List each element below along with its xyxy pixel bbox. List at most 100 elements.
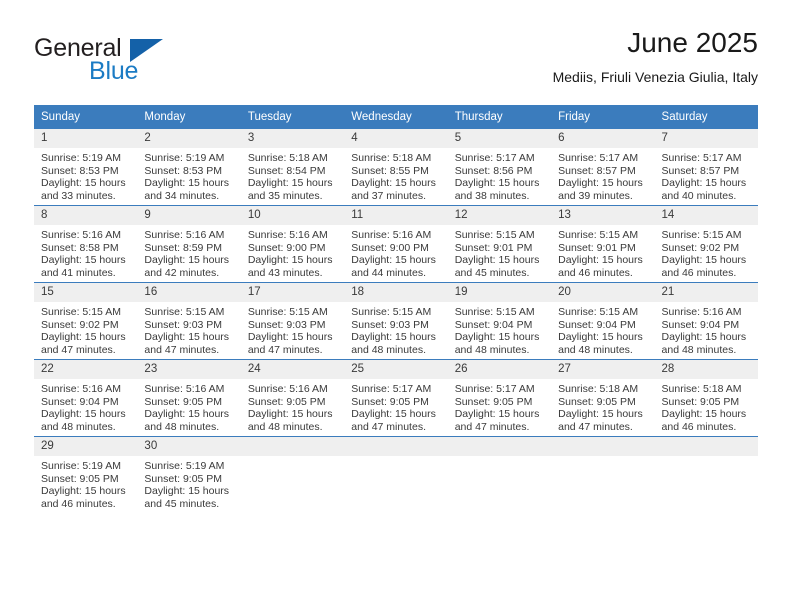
calendar-day-cell[interactable]: 19 Sunrise: 5:15 AM Sunset: 9:04 PM Dayligh… — [447, 282, 552, 360]
calendar-day-cell[interactable]: 17 Sunrise: 5:15 AM Sunset: 9:03 PM Dayligh… — [240, 282, 345, 360]
page-subtitle: Mediis, Friuli Venezia Giulia, Italy — [552, 69, 758, 85]
calendar-day-cell[interactable]: 15 Sunrise: 5:15 AM Sunset: 9:02 PM Dayligh… — [34, 282, 138, 360]
day-detail-daylight2: and 48 minutes. — [144, 420, 220, 433]
day-detail-daylight2: and 48 minutes. — [454, 343, 530, 356]
day-detail-sunrise: Sunrise: 5:19 AM — [144, 152, 225, 164]
day-number: 24 — [240, 360, 345, 379]
day-details: Sunrise: 5:17 AM Sunset: 8:56 PM Daylight:… — [448, 148, 551, 202]
calendar-day-cell[interactable]: 14 Sunrise: 5:15 AM Sunset: 9:02 PM Dayligh… — [654, 205, 758, 283]
day-detail-daylight2: and 48 minutes. — [558, 343, 633, 356]
day-number — [240, 437, 345, 456]
day-detail-sunrise: Sunrise: 5:16 AM — [247, 383, 328, 395]
day-number: 5 — [447, 129, 552, 148]
day-number — [344, 437, 448, 456]
calendar-day-cell[interactable]: 1 Sunrise: 5:19 AM Sunset: 8:53 PM Daylight… — [34, 129, 138, 206]
calendar-week-row: 22 Sunrise: 5:16 AM Sunset: 9:04 PM Dayligh… — [34, 359, 758, 437]
calendar-day-cell[interactable]: 21 Sunrise: 5:16 AM Sunset: 9:04 PM Dayligh… — [654, 282, 758, 360]
day-detail-sunset: Sunset: 9:03 PM — [144, 318, 223, 331]
day-details: Sunrise: 5:16 AM Sunset: 9:05 PM Daylight:… — [241, 379, 344, 433]
day-detail-sunset: Sunset: 9:05 PM — [351, 395, 429, 408]
calendar-day-cell[interactable]: 23 Sunrise: 5:16 AM Sunset: 9:05 PM Dayligh… — [137, 359, 241, 437]
day-details: Sunrise: 5:16 AM Sunset: 9:05 PM Daylight:… — [137, 379, 240, 433]
day-number: 25 — [344, 360, 448, 379]
calendar-day-cell[interactable]: 22 Sunrise: 5:16 AM Sunset: 9:04 PM Dayligh… — [34, 359, 138, 437]
day-detail-sunset: Sunset: 8:57 PM — [661, 164, 740, 177]
day-number: 12 — [447, 206, 552, 225]
day-detail-sunset: Sunset: 9:02 PM — [661, 241, 740, 254]
day-detail-daylight1: Daylight: 15 hours — [41, 408, 126, 421]
day-number: 18 — [344, 283, 448, 302]
day-detail-sunset: Sunset: 9:04 PM — [41, 395, 119, 408]
calendar-day-cell[interactable]: 2 Sunrise: 5:19 AM Sunset: 8:53 PM Daylight… — [137, 129, 241, 206]
day-number: 2 — [137, 129, 241, 148]
day-details: Sunrise: 5:16 AM Sunset: 8:59 PM Daylight:… — [137, 225, 240, 279]
calendar-day-cell[interactable]: 29 Sunrise: 5:19 AM Sunset: 9:05 PM Dayligh… — [34, 436, 138, 513]
day-detail-sunrise: Sunrise: 5:16 AM — [41, 383, 121, 395]
calendar-day-cell[interactable]: 6 Sunrise: 5:17 AM Sunset: 8:57 PM Daylight… — [551, 129, 655, 206]
calendar-day-cell[interactable]: 11 Sunrise: 5:16 AM Sunset: 9:00 PM Dayligh… — [344, 205, 448, 283]
day-details: Sunrise: 5:15 AM Sunset: 9:04 PM Daylight:… — [551, 302, 654, 356]
day-number: 30 — [137, 437, 241, 456]
calendar-day-cell-empty — [654, 436, 758, 513]
day-detail-daylight2: and 45 minutes. — [144, 497, 220, 510]
calendar-day-cell[interactable]: 13 Sunrise: 5:15 AM Sunset: 9:01 PM Dayligh… — [551, 205, 655, 283]
calendar-day-cell[interactable]: 25 Sunrise: 5:17 AM Sunset: 9:05 PM Dayligh… — [344, 359, 448, 437]
calendar-day-cell-empty — [447, 436, 552, 513]
day-detail-sunrise: Sunrise: 5:19 AM — [41, 152, 121, 164]
day-detail-sunset: Sunset: 8:56 PM — [454, 164, 533, 177]
day-number: 8 — [34, 206, 138, 225]
day-detail-daylight2: and 47 minutes. — [144, 343, 220, 356]
calendar-day-cell[interactable]: 28 Sunrise: 5:18 AM Sunset: 9:05 PM Dayligh… — [654, 359, 758, 437]
day-detail-sunset: Sunset: 9:00 PM — [351, 241, 429, 254]
day-detail-daylight2: and 33 minutes. — [41, 189, 116, 202]
day-detail-daylight1: Daylight: 15 hours — [454, 254, 540, 267]
day-detail-sunrise: Sunrise: 5:18 AM — [661, 383, 742, 395]
calendar-week-row: 15 Sunrise: 5:15 AM Sunset: 9:02 PM Dayligh… — [34, 282, 758, 360]
day-detail-sunset: Sunset: 9:03 PM — [351, 318, 429, 331]
calendar-day-cell[interactable]: 5 Sunrise: 5:17 AM Sunset: 8:56 PM Daylight… — [447, 129, 552, 206]
day-detail-daylight1: Daylight: 15 hours — [351, 254, 436, 267]
day-detail-daylight1: Daylight: 15 hours — [351, 177, 436, 190]
calendar-day-cell[interactable]: 7 Sunrise: 5:17 AM Sunset: 8:57 PM Daylight… — [654, 129, 758, 206]
day-detail-daylight2: and 41 minutes. — [41, 266, 116, 279]
day-details: Sunrise: 5:18 AM Sunset: 8:55 PM Daylight:… — [344, 148, 447, 202]
day-detail-sunset: Sunset: 9:04 PM — [661, 318, 740, 331]
general-blue-logo[interactable]: General Blue — [34, 34, 224, 86]
calendar-day-cell[interactable]: 16 Sunrise: 5:15 AM Sunset: 9:03 PM Dayligh… — [137, 282, 241, 360]
calendar-day-cell[interactable]: 10 Sunrise: 5:16 AM Sunset: 9:00 PM Dayligh… — [240, 205, 345, 283]
day-detail-sunset: Sunset: 9:05 PM — [247, 395, 326, 408]
calendar-day-cell[interactable]: 18 Sunrise: 5:15 AM Sunset: 9:03 PM Dayligh… — [344, 282, 448, 360]
day-details: Sunrise: 5:18 AM Sunset: 9:05 PM Daylight:… — [551, 379, 654, 433]
calendar-day-cell[interactable]: 27 Sunrise: 5:18 AM Sunset: 9:05 PM Dayligh… — [551, 359, 655, 437]
day-detail-sunrise: Sunrise: 5:17 AM — [454, 383, 535, 395]
day-number: 16 — [137, 283, 241, 302]
day-details: Sunrise: 5:16 AM Sunset: 9:00 PM Daylight:… — [344, 225, 447, 279]
day-detail-daylight2: and 40 minutes. — [661, 189, 737, 202]
day-number — [551, 437, 655, 456]
day-details: Sunrise: 5:18 AM Sunset: 9:05 PM Daylight:… — [655, 379, 758, 433]
calendar-day-cell[interactable]: 24 Sunrise: 5:16 AM Sunset: 9:05 PM Dayligh… — [240, 359, 345, 437]
day-details: Sunrise: 5:15 AM Sunset: 9:03 PM Daylight:… — [241, 302, 344, 356]
day-detail-sunrise: Sunrise: 5:16 AM — [144, 229, 225, 241]
calendar-day-cell[interactable]: 4 Sunrise: 5:18 AM Sunset: 8:55 PM Daylight… — [344, 129, 448, 206]
day-detail-daylight2: and 48 minutes. — [247, 420, 323, 433]
calendar-day-cell[interactable]: 3 Sunrise: 5:18 AM Sunset: 8:54 PM Daylight… — [240, 129, 345, 206]
day-number: 26 — [447, 360, 552, 379]
day-detail-sunrise: Sunrise: 5:15 AM — [558, 306, 639, 318]
calendar-day-cell[interactable]: 20 Sunrise: 5:15 AM Sunset: 9:04 PM Dayligh… — [551, 282, 655, 360]
day-detail-daylight1: Daylight: 15 hours — [454, 408, 540, 421]
day-detail-daylight2: and 46 minutes. — [41, 497, 116, 510]
day-detail-daylight1: Daylight: 15 hours — [661, 254, 747, 267]
calendar-day-cell[interactable]: 30 Sunrise: 5:19 AM Sunset: 9:05 PM Dayligh… — [137, 436, 241, 513]
calendar-day-cell[interactable]: 8 Sunrise: 5:16 AM Sunset: 8:58 PM Daylight… — [34, 205, 138, 283]
calendar-day-cell[interactable]: 26 Sunrise: 5:17 AM Sunset: 9:05 PM Dayligh… — [447, 359, 552, 437]
day-detail-daylight1: Daylight: 15 hours — [454, 177, 540, 190]
day-detail-sunset: Sunset: 8:53 PM — [144, 164, 223, 177]
day-detail-sunset: Sunset: 8:55 PM — [351, 164, 429, 177]
day-detail-sunset: Sunset: 9:05 PM — [41, 472, 119, 485]
day-detail-sunrise: Sunrise: 5:15 AM — [454, 306, 535, 318]
day-detail-sunrise: Sunrise: 5:15 AM — [247, 306, 328, 318]
calendar-day-cell[interactable]: 9 Sunrise: 5:16 AM Sunset: 8:59 PM Daylight… — [137, 205, 241, 283]
calendar-body: 1 Sunrise: 5:19 AM Sunset: 8:53 PM Daylight… — [34, 129, 758, 513]
calendar-day-cell[interactable]: 12 Sunrise: 5:15 AM Sunset: 9:01 PM Dayligh… — [447, 205, 552, 283]
